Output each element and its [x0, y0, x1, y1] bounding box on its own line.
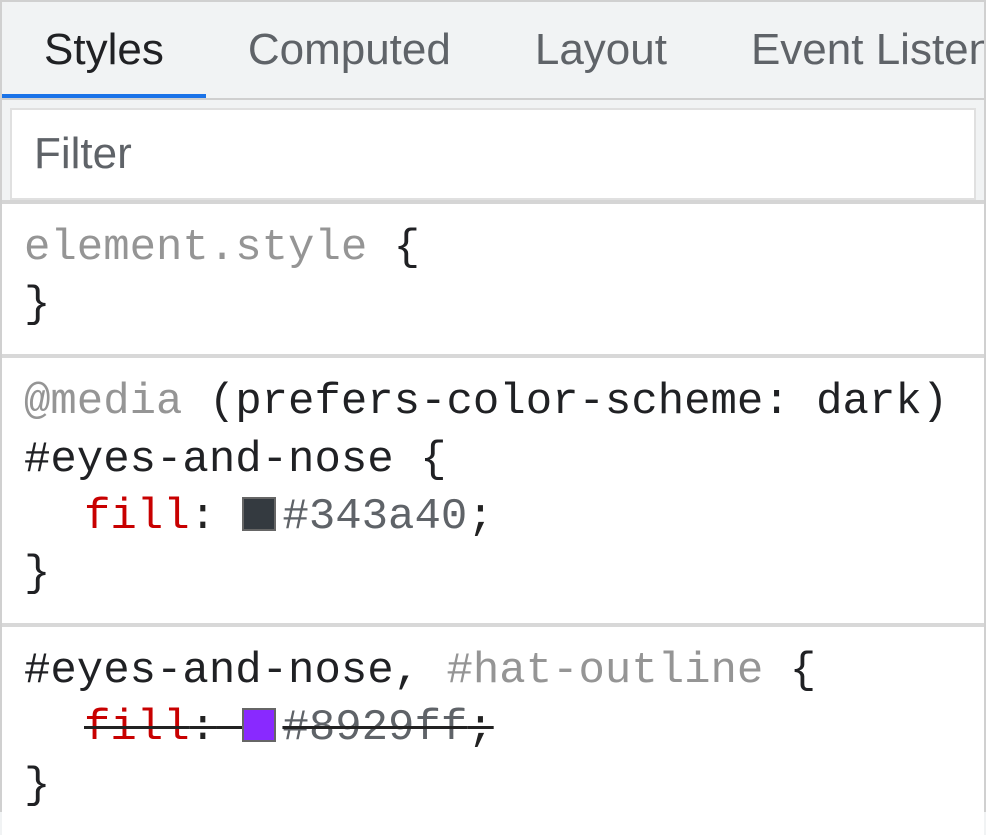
- rule-selector-line: element.style {: [24, 220, 962, 277]
- color-swatch[interactable]: [242, 708, 276, 742]
- rule-selector-line: #eyes-and-nose {: [24, 432, 962, 489]
- tab-label: Layout: [535, 25, 667, 75]
- colon: :: [190, 492, 216, 542]
- rule-close-line: }: [24, 546, 962, 603]
- property-value[interactable]: #8929ff: [282, 703, 467, 753]
- rule-selector-part[interactable]: #eyes-and-nose: [24, 646, 394, 696]
- filter-input[interactable]: [10, 108, 976, 200]
- property-name[interactable]: fill: [84, 492, 190, 542]
- rule-selector[interactable]: element.style: [24, 223, 367, 273]
- tab-layout[interactable]: Layout: [493, 2, 709, 98]
- brace-open: {: [790, 646, 816, 696]
- semicolon: ;: [467, 492, 493, 542]
- style-rules: element.style { } @media (prefers-color-…: [2, 204, 984, 835]
- tab-styles[interactable]: Styles: [2, 2, 206, 98]
- tab-label: Event Listeners: [751, 25, 984, 75]
- brace-open: {: [394, 223, 420, 273]
- styles-panel: Styles Computed Layout Event Listeners e…: [0, 0, 986, 812]
- rule-selector-line: #eyes-and-nose, #hat-outline {: [24, 643, 962, 700]
- media-query: (prefers-color-scheme: dark): [209, 377, 948, 427]
- brace-open: {: [420, 435, 446, 485]
- property-name[interactable]: fill: [84, 703, 190, 753]
- tab-bar: Styles Computed Layout Event Listeners: [2, 2, 984, 100]
- color-swatch[interactable]: [242, 497, 276, 531]
- media-line: @media (prefers-color-scheme: dark): [24, 374, 962, 431]
- style-rule[interactable]: #eyes-and-nose, #hat-outline { fill: #89…: [2, 627, 984, 835]
- rule-close-line: }: [24, 758, 962, 815]
- property-value[interactable]: #343a40: [282, 492, 467, 542]
- semicolon: ;: [467, 703, 493, 753]
- filter-bar: [2, 100, 984, 204]
- brace-close: }: [24, 280, 50, 330]
- media-at: @media: [24, 377, 182, 427]
- brace-close: }: [24, 761, 50, 811]
- style-rule[interactable]: @media (prefers-color-scheme: dark) #eye…: [2, 358, 984, 627]
- colon: :: [190, 703, 216, 753]
- style-rule[interactable]: element.style { }: [2, 204, 984, 358]
- tab-computed[interactable]: Computed: [206, 2, 493, 98]
- overridden-declaration: fill: #8929ff;: [84, 703, 494, 753]
- selector-separator: ,: [394, 646, 447, 696]
- tab-event-listeners[interactable]: Event Listeners: [709, 2, 984, 98]
- tab-label: Styles: [44, 25, 164, 75]
- rule-selector-part[interactable]: #hat-outline: [446, 646, 763, 696]
- declaration[interactable]: fill: #343a40;: [24, 489, 962, 546]
- rule-close-line: }: [24, 277, 962, 334]
- brace-close: }: [24, 549, 50, 599]
- declaration[interactable]: fill: #8929ff;: [24, 700, 962, 757]
- rule-selector[interactable]: #eyes-and-nose: [24, 435, 394, 485]
- tab-label: Computed: [248, 25, 451, 75]
